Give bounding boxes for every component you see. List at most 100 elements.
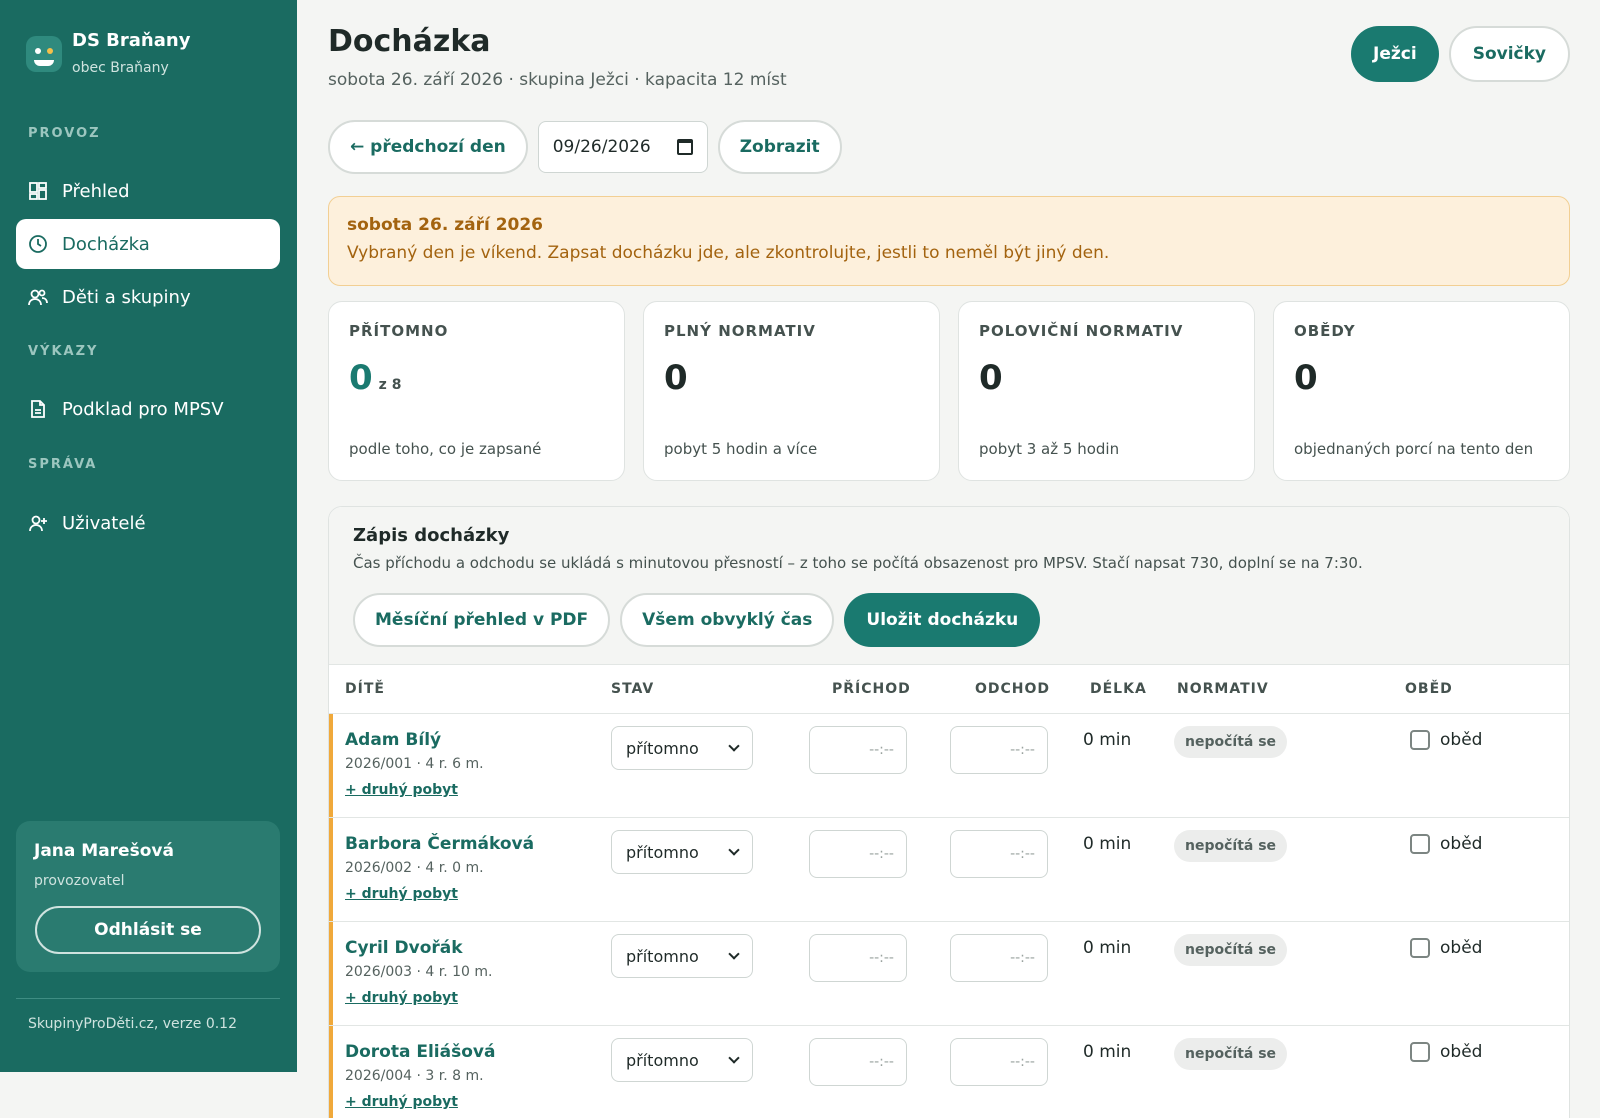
stat-value: 0	[979, 358, 1003, 398]
group-tab-sovicky[interactable]: Sovičky	[1448, 26, 1570, 82]
attendance-panel: Zápis docházky Čas příchodu a odchodu se…	[328, 506, 1570, 1118]
brand-name: DS Braňany	[72, 30, 191, 51]
departure-time-input[interactable]: --:--	[950, 726, 1048, 774]
stat-note: podle toho, co je zapsané	[349, 440, 542, 458]
status-value: přítomno	[626, 738, 699, 758]
date-input[interactable]: 09/26/2026	[537, 121, 708, 173]
group-switch: Ježci Sovičky	[1351, 26, 1570, 82]
dashboard-icon	[28, 181, 48, 201]
sidebar-item-podklad-mpsv[interactable]: Podklad pro MPSV	[16, 384, 280, 434]
child-meta: 2026/003 · 4 r. 10 m.	[345, 964, 493, 980]
child-name[interactable]: Dorota Eliášová	[345, 1042, 495, 1062]
page-title: Docházka	[328, 24, 491, 59]
stat-card-pritomno: PŘÍTOMNO 0 z 8 podle toho, co je zapsané	[328, 301, 625, 481]
calendar-icon[interactable]	[676, 139, 693, 155]
monthly-pdf-button[interactable]: Měsíční přehled v PDF	[353, 593, 611, 647]
lunch-checkbox[interactable]: oběd	[1410, 834, 1482, 854]
alert-title: sobota 26. září 2026	[347, 215, 544, 235]
stats-row: PŘÍTOMNO 0z 8 podle toho, co je zapsané …	[328, 301, 1570, 481]
chevron-down-icon	[728, 844, 740, 856]
normative-badge: nepočítá se	[1174, 934, 1288, 966]
stat-label: OBĚDY	[1294, 322, 1356, 340]
status-value: přítomno	[626, 842, 699, 862]
clock-icon	[28, 234, 48, 254]
group-tab-jezci[interactable]: Ježci	[1351, 26, 1439, 82]
stat-label: POLOVIČNÍ NORMATIV	[979, 322, 1184, 340]
second-stay-link[interactable]: + druhý pobyt	[345, 1094, 458, 1110]
logout-button[interactable]: Odhlásit se	[35, 906, 261, 954]
child-meta: 2026/002 · 4 r. 0 m.	[345, 860, 484, 876]
arrival-time-input[interactable]: --:--	[809, 726, 907, 774]
stat-card-plny-normativ: PLNÝ NORMATIV 0 pobyt 5 hodin a více	[643, 301, 940, 481]
brand-logo-icon	[26, 36, 62, 72]
second-stay-link[interactable]: + druhý pobyt	[345, 886, 458, 902]
alert-text: Vybraný den je víkend. Zapsat docházku j…	[347, 243, 1110, 263]
stat-value: 0	[1294, 358, 1318, 398]
stat-note: objednaných porcí na tento den	[1294, 440, 1534, 458]
status-select[interactable]: přítomno	[611, 934, 753, 978]
brand-sub: obec Braňany	[72, 60, 169, 76]
normative-badge: nepočítá se	[1174, 830, 1288, 862]
child-name[interactable]: Cyril Dvořák	[345, 938, 463, 958]
checkbox-icon[interactable]	[1410, 1042, 1430, 1062]
second-stay-link[interactable]: + druhý pobyt	[345, 782, 458, 798]
document-icon	[28, 399, 48, 419]
departure-time-input[interactable]: --:--	[950, 830, 1048, 878]
previous-day-button[interactable]: ← předchozí den	[328, 120, 528, 174]
users-icon	[28, 287, 48, 307]
version-footer: SkupinyProDěti.cz, verze 0.12	[28, 1016, 237, 1032]
child-name[interactable]: Barbora Čermáková	[345, 834, 534, 854]
lunch-label: oběd	[1440, 1042, 1483, 1062]
child-name[interactable]: Adam Bílý	[345, 730, 441, 750]
show-button[interactable]: Zobrazit	[717, 120, 842, 174]
stat-note: pobyt 3 až 5 hodin	[979, 440, 1120, 458]
arrival-time-input[interactable]: --:--	[809, 934, 907, 982]
status-select[interactable]: přítomno	[611, 1038, 753, 1082]
stat-card-obedy: OBĚDY 0 objednaných porcí na tento den	[1273, 301, 1570, 481]
checkbox-icon[interactable]	[1410, 834, 1430, 854]
child-meta: 2026/004 · 3 r. 8 m.	[345, 1068, 484, 1084]
usual-time-button[interactable]: Všem obvyklý čas	[620, 593, 835, 647]
page-subtitle: sobota 26. září 2026 · skupina Ježci · k…	[328, 70, 787, 90]
user-role: provozovatel	[34, 873, 125, 889]
duration-value: 0 min	[1083, 834, 1132, 854]
sidebar-item-label: Uživatelé	[62, 512, 146, 534]
panel-title: Zápis docházky	[353, 525, 510, 546]
lunch-checkbox[interactable]: oběd	[1410, 938, 1482, 958]
checkbox-icon[interactable]	[1410, 938, 1430, 958]
status-select[interactable]: přítomno	[611, 726, 753, 770]
sidebar-item-deti-a-skupiny[interactable]: Děti a skupiny	[16, 272, 280, 322]
sidebar-item-prehled[interactable]: Přehled	[16, 166, 280, 216]
column-header-lunch: OBĚD	[1405, 681, 1453, 697]
sidebar-item-label: Podklad pro MPSV	[62, 398, 224, 420]
checkbox-icon[interactable]	[1410, 730, 1430, 750]
nav-section-sprava: SPRÁVA	[28, 457, 98, 472]
status-select[interactable]: přítomno	[611, 830, 753, 874]
sidebar-divider	[16, 998, 280, 999]
lunch-checkbox[interactable]: oběd	[1410, 730, 1482, 750]
sidebar: DS Braňany obec Braňany PROVOZ Přehled D…	[0, 0, 297, 1072]
brand[interactable]: DS Braňany obec Braňany	[26, 28, 190, 76]
column-header-arrival: PŘÍCHOD	[832, 681, 911, 697]
arrival-time-input[interactable]: --:--	[809, 830, 907, 878]
nav-section-provoz: PROVOZ	[28, 126, 101, 141]
sidebar-item-uzivatele[interactable]: Uživatelé	[16, 498, 280, 548]
table-row: Dorota Eliášová 2026/004 · 3 r. 8 m. + d…	[329, 1026, 1569, 1118]
table-row: Barbora Čermáková 2026/002 · 4 r. 0 m. +…	[329, 818, 1569, 922]
chevron-down-icon	[728, 740, 740, 752]
date-value: 09/26/2026	[552, 137, 651, 157]
lunch-checkbox[interactable]: oběd	[1410, 1042, 1482, 1062]
table-row: Cyril Dvořák 2026/003 · 4 r. 10 m. + dru…	[329, 922, 1569, 1026]
duration-value: 0 min	[1083, 1042, 1132, 1062]
table-row: Adam Bílý 2026/001 · 4 r. 6 m. + druhý p…	[329, 714, 1569, 818]
user-name: Jana Marešová	[34, 841, 174, 861]
save-attendance-button[interactable]: Uložit docházku	[844, 593, 1041, 647]
arrival-time-input[interactable]: --:--	[809, 1038, 907, 1086]
departure-time-input[interactable]: --:--	[950, 934, 1048, 982]
stat-card-polovicni-normativ: POLOVIČNÍ NORMATIV 0 pobyt 3 až 5 hodin	[958, 301, 1255, 481]
second-stay-link[interactable]: + druhý pobyt	[345, 990, 458, 1006]
sidebar-item-dochazka[interactable]: Docházka	[16, 219, 280, 269]
departure-time-input[interactable]: --:--	[950, 1038, 1048, 1086]
child-meta: 2026/001 · 4 r. 6 m.	[345, 756, 484, 772]
stat-label: PLNÝ NORMATIV	[664, 322, 816, 340]
